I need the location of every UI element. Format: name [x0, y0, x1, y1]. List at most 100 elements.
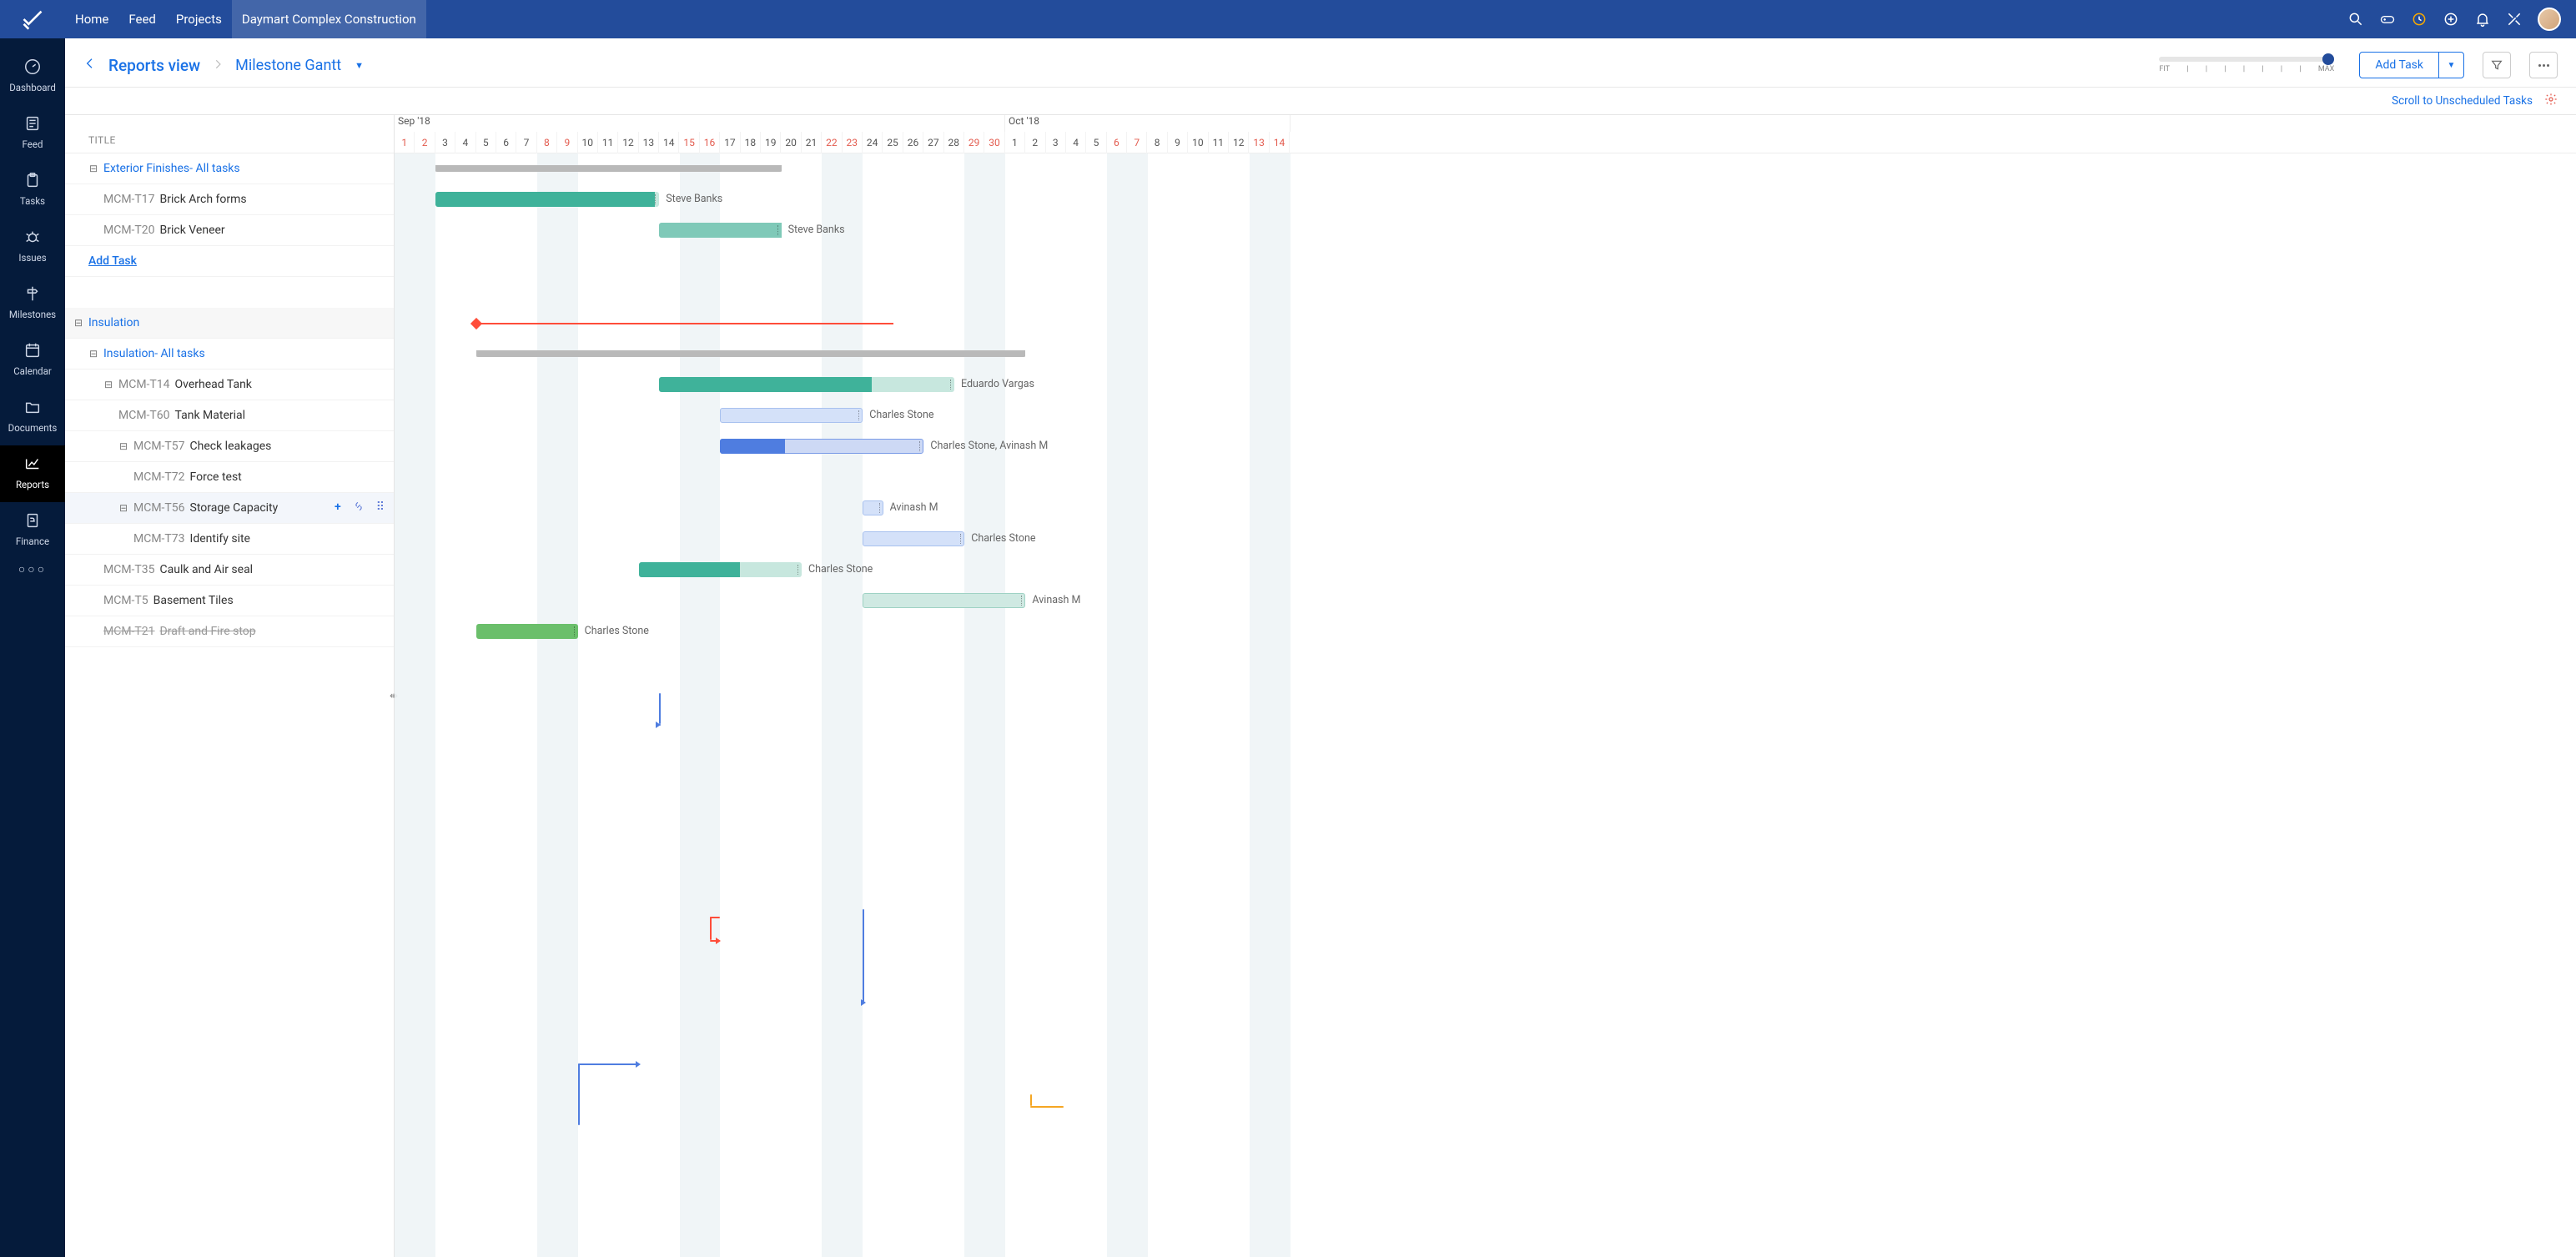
rail-more[interactable]: ○○○ [18, 562, 47, 576]
task-row[interactable]: ⊟Exterior Finishes- All tasks [65, 153, 394, 184]
clipboard-icon [23, 170, 43, 190]
task-row[interactable]: ⊟MCM-T14Overhead Tank [65, 370, 394, 400]
task-row[interactable]: ⊟MCM-T56Storage Capacity+⠿ [65, 493, 394, 524]
task-row[interactable]: MCM-T20Brick Veneer [65, 215, 394, 246]
rail-reports[interactable]: Reports [0, 445, 65, 502]
feed-icon [23, 113, 43, 133]
task-row[interactable]: ⊟Insulation- All tasks [65, 339, 394, 370]
task-code: MCM-T72 [133, 470, 185, 484]
bug-icon [23, 227, 43, 247]
bell-icon[interactable] [2474, 11, 2491, 28]
zoom-thumb[interactable] [2322, 53, 2334, 65]
rail-calendar[interactable]: Calendar [0, 332, 65, 389]
link-icon[interactable] [353, 500, 365, 515]
filter-button[interactable] [2483, 52, 2511, 78]
assignee-label: Charles Stone [869, 409, 933, 421]
more-button[interactable] [2529, 52, 2558, 78]
baseline-marker [476, 323, 893, 324]
rail-label: Calendar [13, 365, 52, 377]
rail-label: Feed [23, 138, 43, 150]
task-code: MCM-T20 [103, 224, 155, 237]
task-row[interactable]: ⊟MCM-T57Check leakages [65, 431, 394, 462]
gantt-bar[interactable]: Avinash M [863, 500, 883, 515]
nav-projects[interactable]: Projects [166, 0, 232, 38]
task-code: MCM-T60 [118, 409, 170, 422]
task-code: MCM-T21 [103, 625, 155, 638]
collapse-toggle[interactable]: ⊟ [88, 163, 98, 174]
settings-gear-icon[interactable] [2544, 93, 2558, 109]
rail-dashboard[interactable]: Dashboard [0, 48, 65, 105]
collapse-toggle[interactable]: ⊟ [103, 379, 113, 390]
nav-home[interactable]: Home [65, 0, 118, 38]
rail-feed[interactable]: Feed [0, 105, 65, 162]
collapse-toggle[interactable]: ⊟ [88, 348, 98, 360]
gantt-bar[interactable] [476, 350, 1026, 357]
collapse-toggle[interactable]: ⊟ [118, 440, 128, 452]
task-row[interactable]: MCM-T72Force test [65, 462, 394, 493]
clock-alert-icon[interactable] [2411, 11, 2428, 28]
back-arrow-icon[interactable] [83, 57, 97, 73]
task-row[interactable]: MCM-T17Brick Arch forms [65, 184, 394, 215]
collapse-toggle[interactable]: ⊟ [73, 317, 83, 329]
view-dropdown[interactable]: Milestone Gantt ▼ [235, 57, 364, 74]
scroll-unscheduled-link[interactable]: Scroll to Unscheduled Tasks [2392, 94, 2533, 108]
top-right-tools [2347, 8, 2576, 31]
assignee-label: Charles Stone [808, 563, 873, 576]
rail-label: Tasks [20, 195, 45, 207]
task-row[interactable]: MCM-T5Basement Tiles [65, 586, 394, 616]
rail-documents[interactable]: Documents [0, 389, 65, 445]
tools-icon[interactable] [2506, 11, 2523, 28]
breadcrumb-reports[interactable]: Reports view [108, 56, 200, 75]
task-row[interactable]: MCM-T73Identify site [65, 524, 394, 555]
add-task-inline[interactable]: Add Task [88, 254, 137, 268]
rail-finance[interactable]: Finance [0, 502, 65, 559]
assignee-label: Charles Stone [585, 625, 649, 637]
task-row[interactable]: ⊟Insulation [65, 308, 394, 339]
receipt-icon [23, 510, 43, 530]
drag-handle-icon[interactable]: ⠿ [376, 500, 385, 515]
collapse-toggle[interactable]: ⊟ [118, 502, 128, 514]
rail-tasks[interactable]: Tasks [0, 162, 65, 219]
gantt-bar[interactable]: Charles Stone [476, 624, 578, 639]
top-nav: Home Feed Projects Daymart Complex Const… [65, 0, 426, 38]
nav-feed[interactable]: Feed [118, 0, 166, 38]
task-row[interactable]: MCM-T60Tank Material [65, 400, 394, 431]
gantt-bar[interactable]: Avinash M [863, 593, 1025, 608]
task-row[interactable] [65, 277, 394, 308]
gantt-bar[interactable]: Steve Banks [659, 223, 781, 238]
gantt-chart[interactable]: Sep '18Oct '18 1234567891011121314151617… [395, 115, 2576, 1257]
left-rail: Dashboard Feed Tasks Issues Milestones C… [0, 38, 65, 1257]
add-icon[interactable] [2443, 11, 2459, 28]
task-code: MCM-T17 [103, 193, 155, 206]
breadcrumb-bar: Reports view Milestone Gantt ▼ FIT |||||… [65, 38, 2576, 88]
rail-milestones[interactable]: Milestones [0, 275, 65, 332]
gantt-bar[interactable]: Charles Stone [639, 562, 802, 577]
task-code: MCM-T57 [133, 440, 185, 453]
gantt-bar[interactable] [435, 165, 782, 172]
task-code: MCM-T14 [118, 378, 170, 391]
add-task-caret[interactable]: ▼ [2438, 53, 2463, 78]
gantt-bar[interactable]: Charles Stone, Avinash M [720, 439, 923, 454]
add-task-button[interactable]: Add Task ▼ [2359, 52, 2464, 78]
rail-label: Dashboard [9, 82, 56, 93]
assignee-label: Charles Stone [971, 532, 1035, 545]
gantt-task-list: TITLE ⊟Exterior Finishes- All tasksMCM-T… [65, 115, 395, 1257]
task-row[interactable]: MCM-T35Caulk and Air seal [65, 555, 394, 586]
task-row[interactable]: Add Task [65, 246, 394, 277]
plus-icon[interactable]: + [335, 500, 341, 515]
rail-issues[interactable]: Issues [0, 219, 65, 275]
avatar[interactable] [2538, 8, 2561, 31]
nav-project-active[interactable]: Daymart Complex Construction [232, 0, 426, 38]
chart-icon [23, 454, 43, 474]
gantt-bar[interactable]: Charles Stone [720, 408, 863, 423]
search-icon[interactable] [2347, 11, 2364, 28]
task-title: Caulk and Air seal [160, 563, 254, 576]
gamepad-icon[interactable] [2379, 11, 2396, 28]
gauge-icon [23, 57, 43, 77]
zoom-slider[interactable]: FIT ||||||| MAX [2159, 57, 2334, 73]
task-row[interactable]: MCM-T21Draft and Fire stop [65, 616, 394, 647]
gantt-bar[interactable]: Eduardo Vargas [659, 377, 954, 392]
gantt-bar[interactable]: Charles Stone [863, 531, 964, 546]
app-logo[interactable] [0, 8, 65, 31]
gantt-bar[interactable]: Steve Banks [435, 192, 659, 207]
